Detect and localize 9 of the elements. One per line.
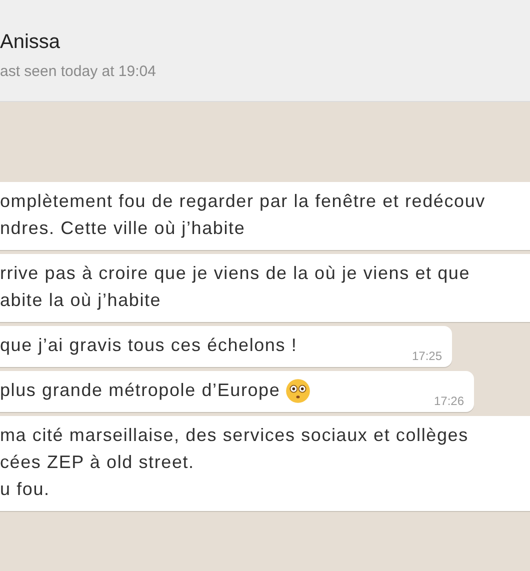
message-text: rrive pas à croire que je viens de la où je viens et que abite la où j’habite [0, 262, 470, 312]
message-text: ma cité marseillaise, des services sociaux et collèges cées ZEP à old street. u fou. [0, 424, 468, 501]
message-time: 17:25 [412, 349, 442, 363]
message-time: 17:26 [434, 394, 464, 408]
message-text: omplètement fou de regarder par la fenêtre et redécouv ndres. Cette ville où j’habite [0, 190, 486, 240]
message-text: plus grande métropole d’Europe [0, 379, 280, 402]
contact-name: Anissa [0, 30, 62, 54]
last-seen-status: ast seen today at 19:04 [0, 62, 157, 82]
message-text: que j’ai gravis tous ces échelons ! [0, 334, 298, 357]
